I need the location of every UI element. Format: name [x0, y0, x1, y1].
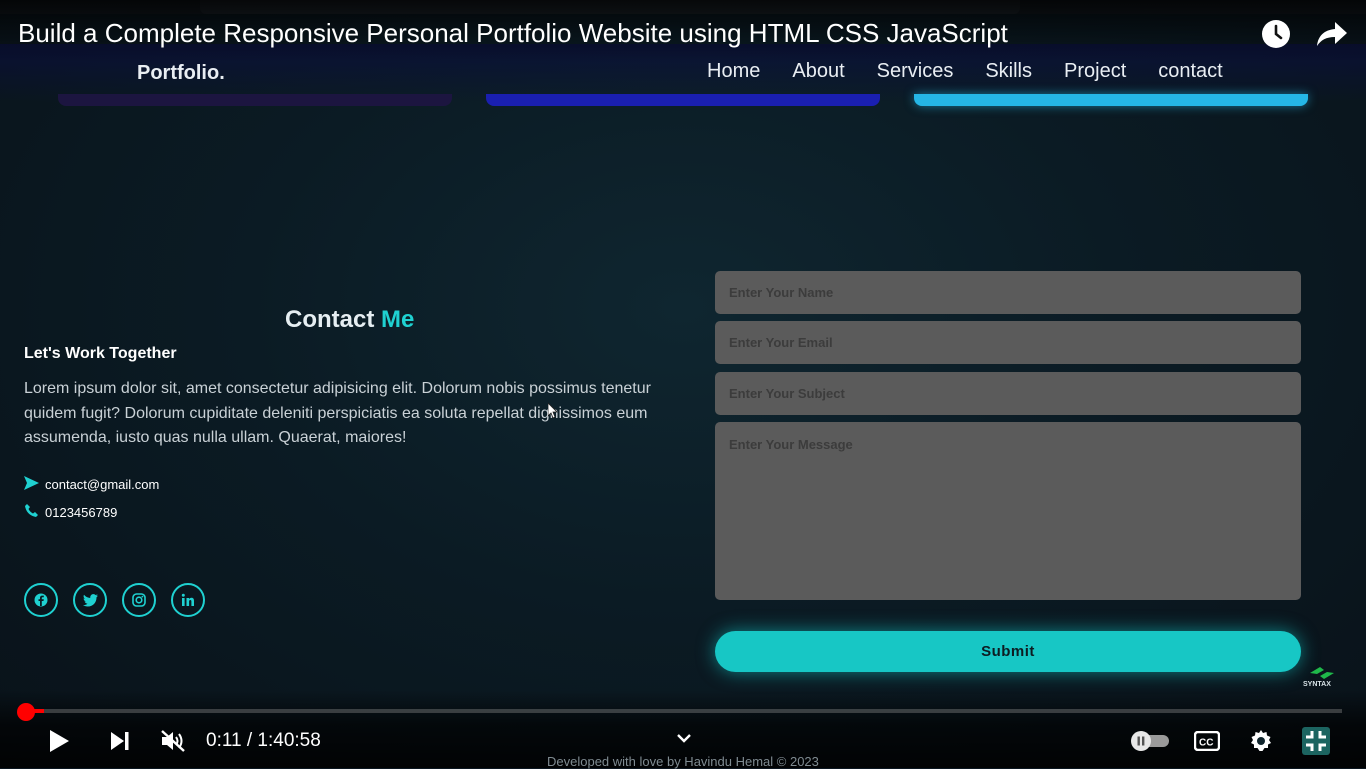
- message-field[interactable]: Enter Your Message: [715, 422, 1301, 600]
- nav-link-contact[interactable]: contact: [1158, 60, 1222, 83]
- site-logo[interactable]: Portfolio.: [137, 62, 225, 85]
- project-card: [914, 94, 1308, 106]
- contact-heading-main: Contact: [285, 306, 375, 333]
- project-cards-edge: [0, 94, 1366, 114]
- contact-phone-row: 0123456789: [24, 503, 117, 521]
- linkedin-icon[interactable]: [171, 583, 205, 617]
- video-top-actions: [1260, 18, 1348, 50]
- video-title[interactable]: Build a Complete Responsive Personal Por…: [18, 18, 1008, 49]
- play-button[interactable]: [46, 726, 72, 756]
- watch-later-icon[interactable]: [1260, 18, 1292, 50]
- send-icon: [24, 476, 39, 493]
- progress-scrubber[interactable]: [17, 703, 35, 721]
- contact-subtitle: Let's Work Together: [24, 345, 177, 362]
- nav-link-services[interactable]: Services: [877, 60, 954, 83]
- nav-link-home[interactable]: Home: [707, 60, 760, 83]
- site-nav-links: Home About Services Skills Project conta…: [707, 60, 1223, 83]
- contact-email-row: contact@gmail.com: [24, 476, 159, 493]
- settings-gear-icon[interactable]: [1248, 726, 1274, 756]
- submit-button[interactable]: Submit: [715, 631, 1301, 672]
- svg-text:CC: CC: [1199, 738, 1213, 749]
- contact-email[interactable]: contact@gmail.com: [45, 477, 159, 492]
- email-field[interactable]: Enter Your Email: [715, 321, 1301, 364]
- time-display: 0:11 / 1:40:58: [206, 730, 321, 751]
- captions-icon[interactable]: CC: [1193, 726, 1221, 756]
- next-button[interactable]: [108, 726, 132, 756]
- contact-heading-accent: Me: [381, 306, 415, 333]
- twitter-icon[interactable]: [73, 583, 107, 617]
- contact-description: Lorem ipsum dolor sit, amet consectetur …: [24, 380, 651, 446]
- exit-fullscreen-icon[interactable]: [1302, 726, 1330, 756]
- phone-icon: [24, 503, 39, 521]
- project-card: [58, 94, 452, 106]
- name-field[interactable]: Enter Your Name: [715, 271, 1301, 314]
- nav-link-skills[interactable]: Skills: [985, 60, 1032, 83]
- syntax-brand-text: SYNTAX: [1303, 681, 1331, 688]
- autoplay-toggle[interactable]: [1129, 726, 1171, 756]
- social-links: [24, 583, 205, 617]
- instagram-icon[interactable]: [122, 583, 156, 617]
- project-card: [486, 94, 880, 106]
- contact-heading: Contact Me: [285, 306, 414, 334]
- contact-phone[interactable]: 0123456789: [45, 505, 117, 520]
- facebook-icon[interactable]: [24, 583, 58, 617]
- nav-link-about[interactable]: About: [792, 60, 844, 83]
- progress-bar[interactable]: [26, 709, 1342, 713]
- share-icon[interactable]: [1316, 18, 1348, 50]
- footer-credit: Developed with love by Havindu Hemal © 2…: [547, 754, 819, 769]
- nav-link-project[interactable]: Project: [1064, 60, 1126, 83]
- subject-field[interactable]: Enter Your Subject: [715, 372, 1301, 415]
- mouse-cursor-icon: [547, 402, 558, 424]
- mute-icon[interactable]: [160, 726, 186, 756]
- chevron-down-icon[interactable]: [674, 728, 694, 748]
